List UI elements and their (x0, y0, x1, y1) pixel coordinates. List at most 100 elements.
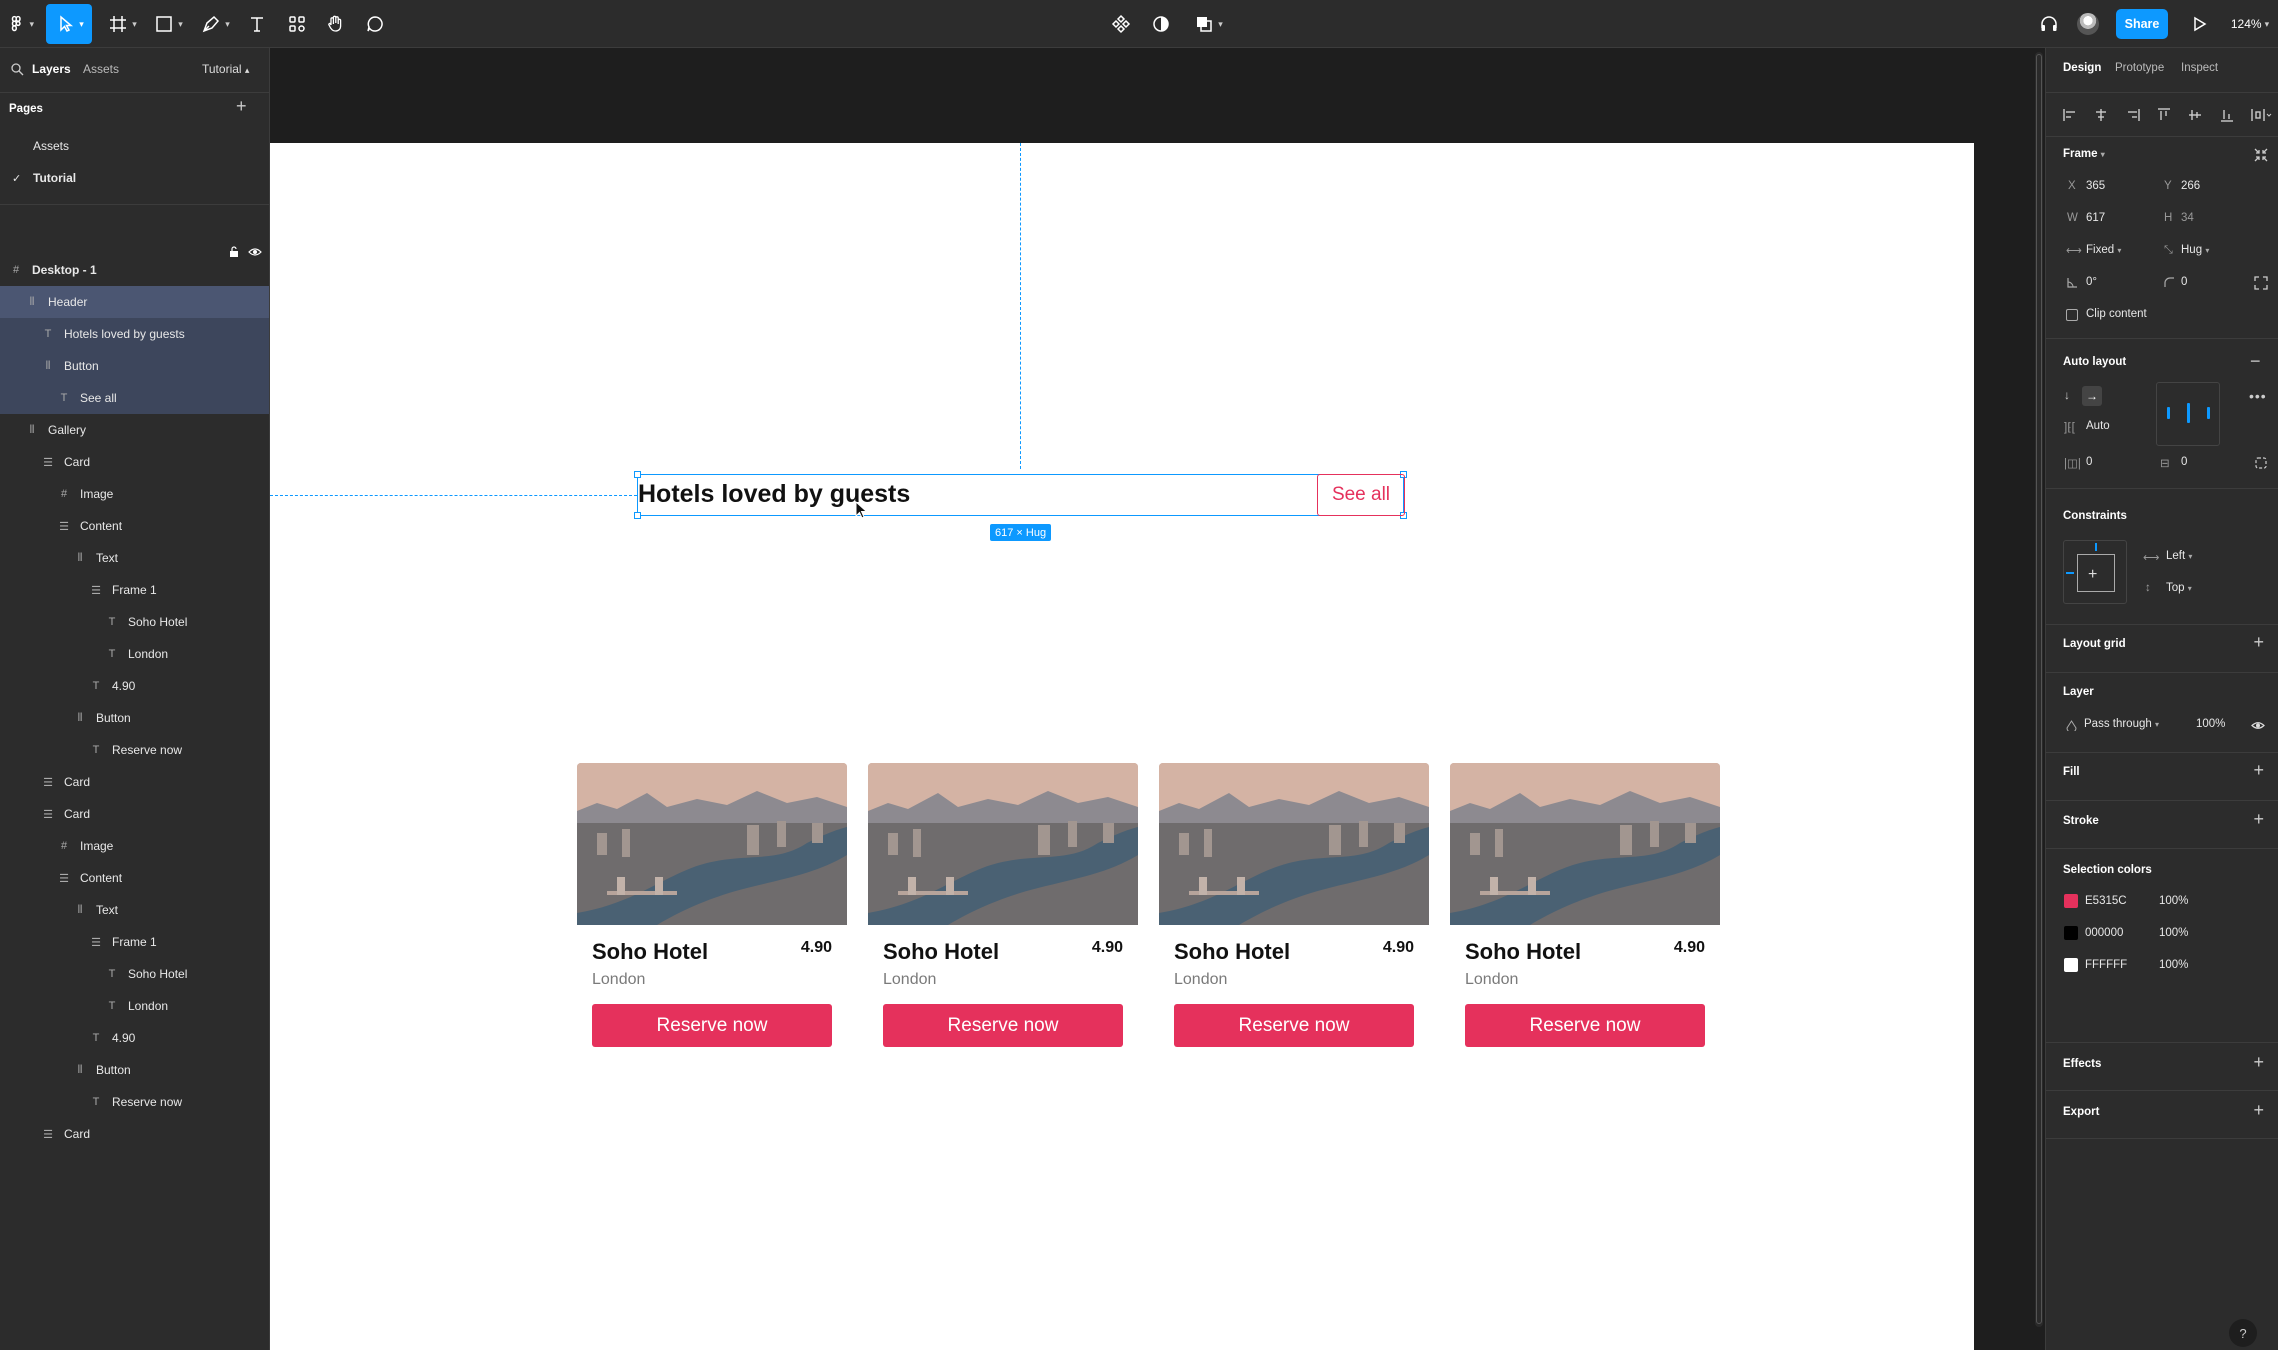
layer-row[interactable]: T Reserve now (0, 1086, 269, 1118)
move-tool-button[interactable]: ▾ (46, 4, 92, 44)
layer-row[interactable]: T 4.90 (0, 670, 269, 702)
layer-row[interactable]: ☰ Card (0, 766, 269, 798)
see-all-button[interactable]: See all (1317, 474, 1405, 516)
layer-row[interactable]: T See all (0, 382, 269, 414)
padding-vertical-input[interactable]: 0 (2181, 456, 2187, 468)
tab-assets[interactable]: Assets (83, 62, 119, 76)
blend-mode-select[interactable]: Pass through ▾ (2084, 718, 2159, 730)
remove-auto-layout-icon[interactable]: − (2250, 352, 2261, 370)
add-fill-icon[interactable]: + (2253, 760, 2264, 781)
layer-row[interactable]: T 4.90 (0, 1022, 269, 1054)
eye-icon[interactable] (248, 246, 262, 258)
vertical-constraint-select[interactable]: Top ▾ (2166, 582, 2192, 594)
comment-tool-button[interactable] (362, 4, 388, 44)
layer-row[interactable]: T Hotels loved by guests (0, 318, 269, 350)
layer-row[interactable]: ⦀ Button (0, 350, 269, 382)
y-input[interactable]: 266 (2181, 180, 2200, 192)
height-mode-select[interactable]: Hug ▾ (2181, 244, 2209, 256)
rotation-input[interactable]: 0° (2086, 276, 2097, 288)
tab-design[interactable]: Design (2063, 62, 2101, 74)
reserve-now-button[interactable]: Reserve now (883, 1004, 1123, 1047)
horizontal-constraint-select[interactable]: Left ▾ (2166, 550, 2192, 562)
share-button[interactable]: Share (2116, 9, 2168, 39)
layer-row[interactable]: ☰ Content (0, 862, 269, 894)
spacing-input[interactable]: Auto (2086, 420, 2110, 432)
layer-row[interactable]: T Reserve now (0, 734, 269, 766)
scrollbar-thumb[interactable] (2036, 54, 2042, 1324)
layer-row[interactable]: T London (0, 990, 269, 1022)
user-avatar[interactable] (2074, 4, 2102, 44)
layer-row[interactable]: # Image (0, 830, 269, 862)
color-opacity[interactable]: 100% (2159, 895, 2188, 907)
frame-tool-button[interactable]: ▾ (104, 4, 140, 44)
more-options-icon[interactable]: ••• (2249, 388, 2267, 404)
color-swatch[interactable] (2064, 926, 2078, 940)
direction-vertical-icon[interactable]: ↓ (2064, 388, 2070, 402)
layer-row[interactable]: ⦀ Button (0, 1054, 269, 1086)
layer-row[interactable]: ⦀ Text (0, 894, 269, 926)
reserve-now-button[interactable]: Reserve now (1174, 1004, 1414, 1047)
x-input[interactable]: 365 (2086, 180, 2105, 192)
tab-inspect[interactable]: Inspect (2181, 62, 2218, 74)
layer-row[interactable]: ⦀ Button (0, 702, 269, 734)
w-input[interactable]: 617 (2086, 212, 2105, 224)
align-bottom-icon[interactable] (2219, 107, 2235, 123)
resize-handle[interactable] (634, 471, 641, 478)
add-export-icon[interactable]: + (2253, 1100, 2264, 1121)
add-layout-grid-icon[interactable]: + (2253, 632, 2264, 653)
layer-row[interactable]: T Soho Hotel (0, 958, 269, 990)
layer-row[interactable]: ☰ Card (0, 1118, 269, 1150)
layer-row[interactable]: ☰ Content (0, 510, 269, 542)
resize-to-fit-icon[interactable] (2254, 148, 2268, 162)
clip-content-checkbox[interactable] (2066, 309, 2078, 321)
align-top-icon[interactable] (2156, 107, 2172, 123)
hotel-card[interactable]: Soho Hotel 4.90 London Reserve now (1450, 763, 1720, 1048)
hotel-card[interactable]: Soho Hotel 4.90 London Reserve now (577, 763, 847, 1048)
page-switcher[interactable]: Tutorial ▴ (202, 62, 249, 76)
desktop-frame[interactable]: Hotels loved by guests See all 617 × Hug… (270, 143, 1974, 1350)
present-button[interactable] (2184, 4, 2214, 44)
constraints-widget[interactable]: + (2063, 540, 2127, 604)
layer-row[interactable]: # Image (0, 478, 269, 510)
resize-handle[interactable] (634, 512, 641, 519)
color-opacity[interactable]: 100% (2159, 927, 2188, 939)
visibility-eye-icon[interactable] (2251, 720, 2265, 731)
layer-row[interactable]: ⦀ Gallery (0, 414, 269, 446)
frame-heading[interactable]: Frame ▾ (2063, 148, 2105, 160)
alignment-picker[interactable] (2156, 382, 2220, 446)
search-icon[interactable] (10, 62, 24, 76)
constraint-top-indicator[interactable] (2095, 543, 2097, 551)
h-input[interactable]: 34 (2181, 212, 2194, 224)
color-hex[interactable]: 000000 (2085, 927, 2123, 939)
layer-row[interactable]: ⦀ Header (0, 286, 269, 318)
main-menu-button[interactable]: ▾ (6, 4, 34, 44)
layer-row[interactable]: T London (0, 638, 269, 670)
layer-row[interactable]: T Soho Hotel (0, 606, 269, 638)
mask-button[interactable] (1148, 4, 1174, 44)
padding-horizontal-input[interactable]: 0 (2086, 456, 2092, 468)
help-button[interactable]: ? (2229, 1319, 2257, 1347)
tab-prototype[interactable]: Prototype (2115, 62, 2164, 74)
reserve-now-button[interactable]: Reserve now (592, 1004, 832, 1047)
independent-corners-icon[interactable] (2254, 276, 2268, 290)
layer-row[interactable]: ☰ Card (0, 446, 269, 478)
boolean-button[interactable]: ▾ (1190, 4, 1226, 44)
layer-row[interactable]: ☰ Frame 1 (0, 926, 269, 958)
unlock-icon[interactable] (228, 246, 240, 258)
constraint-left-indicator[interactable] (2066, 572, 2074, 574)
layer-row[interactable]: # Desktop - 1 (0, 254, 269, 286)
zoom-menu[interactable]: 124% ▾ (2224, 4, 2276, 44)
canvas-scrollbar[interactable] (2035, 52, 2043, 1327)
distribute-icon[interactable] (2250, 107, 2272, 123)
page-item-assets[interactable]: Assets (0, 130, 269, 162)
layer-row[interactable]: ☰ Card (0, 798, 269, 830)
align-right-icon[interactable] (2125, 107, 2141, 123)
resources-button[interactable] (284, 4, 310, 44)
layer-opacity-input[interactable]: 100% (2196, 718, 2225, 730)
color-hex[interactable]: FFFFFF (2085, 959, 2127, 971)
hand-tool-button[interactable] (322, 4, 348, 44)
add-stroke-icon[interactable]: + (2253, 809, 2264, 830)
text-tool-button[interactable] (244, 4, 270, 44)
align-center-h-icon[interactable] (2093, 107, 2109, 123)
audio-button[interactable] (2034, 4, 2064, 44)
